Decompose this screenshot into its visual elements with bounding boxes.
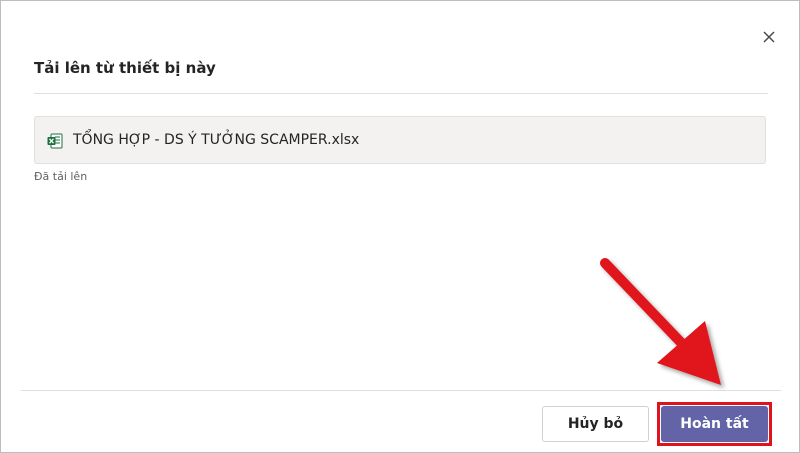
excel-file-icon bbox=[47, 133, 63, 149]
footer-divider bbox=[21, 390, 781, 391]
close-icon[interactable] bbox=[759, 27, 779, 47]
upload-dialog: Tải lên từ thiết bị này TỔNG HỢP - DS Ý … bbox=[0, 0, 800, 453]
cancel-button[interactable]: Hủy bỏ bbox=[542, 406, 649, 442]
dialog-title: Tải lên từ thiết bị này bbox=[34, 59, 216, 77]
uploaded-file-row: TỔNG HỢP - DS Ý TƯỞNG SCAMPER.xlsx bbox=[34, 116, 766, 164]
file-name: TỔNG HỢP - DS Ý TƯỞNG SCAMPER.xlsx bbox=[73, 132, 360, 148]
upload-status: Đã tải lên bbox=[34, 170, 88, 183]
title-divider bbox=[34, 93, 768, 94]
done-button[interactable]: Hoàn tất bbox=[661, 406, 768, 442]
